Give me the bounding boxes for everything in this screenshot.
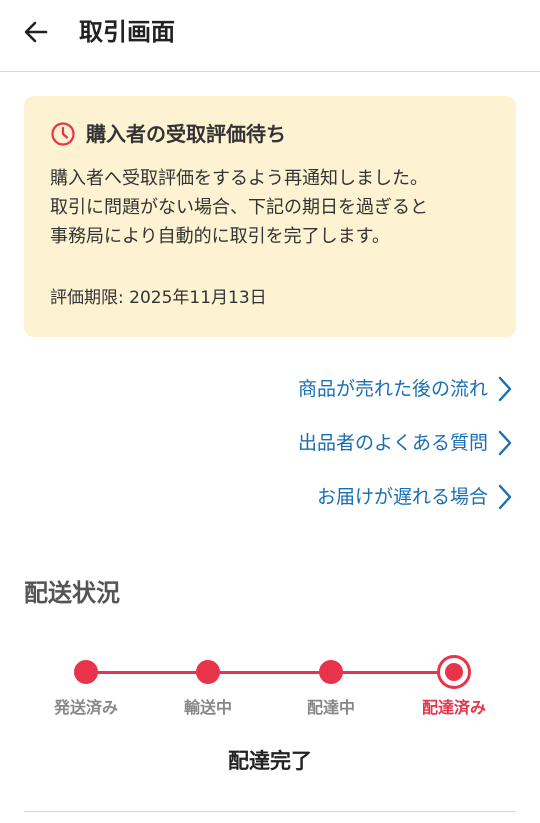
- arrow-left-icon: [24, 21, 48, 43]
- shipping-tracker: 発送済み 輸送中 配達中 配達済み: [0, 640, 540, 730]
- evaluation-deadline: 評価期限: 2025年11月13日: [50, 288, 267, 308]
- shipping-section-title: 配送状況: [24, 579, 120, 607]
- app-header: 取引画面: [0, 0, 540, 72]
- link-label: 出品者のよくある質問: [297, 432, 488, 454]
- step-dot-out-for-delivery: [319, 660, 343, 684]
- step-label-in-transit: 輸送中: [183, 698, 232, 717]
- link-label: 商品が売れた後の流れ: [297, 378, 488, 400]
- chevron-right-icon: [498, 430, 512, 456]
- notice-body-line: 事務局により自動的に取引を完了します。: [50, 226, 390, 247]
- link-seller-faq[interactable]: 出品者のよくある質問: [298, 429, 512, 457]
- status-notice-card: 購入者の受取評価待ち 購入者へ受取評価をするよう再通知しました。 取引に問題がな…: [24, 96, 516, 337]
- divider: [24, 811, 516, 812]
- step-dot-delivered: [437, 655, 471, 689]
- notice-body-line: 購入者へ受取評価をするよう再通知しました。: [50, 168, 428, 189]
- step-label-out-for-delivery: 配達中: [306, 698, 355, 717]
- notice-title-row: 購入者の受取評価待ち: [50, 120, 286, 148]
- delivery-status-text: 配達完了: [228, 749, 312, 773]
- notice-body: 購入者へ受取評価をするよう再通知しました。 取引に問題がない場合、下記の期日を過…: [50, 164, 500, 251]
- step-dot-shipped: [74, 660, 98, 684]
- tracker-line: [86, 671, 454, 674]
- step-dot-in-transit: [196, 660, 220, 684]
- page-title: 取引画面: [79, 18, 175, 46]
- link-label: お届けが遅れる場合: [316, 486, 488, 508]
- clock-icon: [51, 122, 75, 146]
- notice-body-line: 取引に問題がない場合、下記の期日を過ぎると: [50, 197, 428, 218]
- link-delivery-delay[interactable]: お届けが遅れる場合: [317, 483, 512, 511]
- back-button[interactable]: [16, 12, 56, 52]
- notice-title: 購入者の受取評価待ち: [86, 122, 286, 146]
- step-label-delivered: 配達済み: [421, 698, 486, 717]
- chevron-right-icon: [498, 484, 512, 510]
- link-flow-after-sale[interactable]: 商品が売れた後の流れ: [298, 375, 512, 403]
- step-label-shipped: 発送済み: [53, 698, 118, 717]
- chevron-right-icon: [498, 376, 512, 402]
